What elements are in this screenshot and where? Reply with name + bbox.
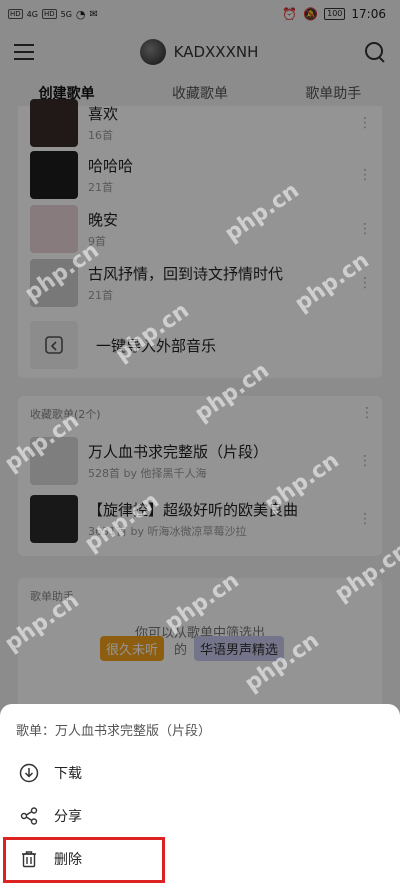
download-option[interactable]: 下载: [0, 752, 400, 794]
sheet-title: 歌单：万人血书求完整版（片段）: [16, 724, 212, 739]
share-label: 分享: [54, 809, 82, 825]
share-icon: [18, 805, 40, 827]
download-icon: [18, 762, 40, 784]
download-label: 下载: [54, 766, 82, 782]
share-option[interactable]: 分享: [0, 795, 400, 837]
delete-highlight-box: [3, 837, 165, 883]
